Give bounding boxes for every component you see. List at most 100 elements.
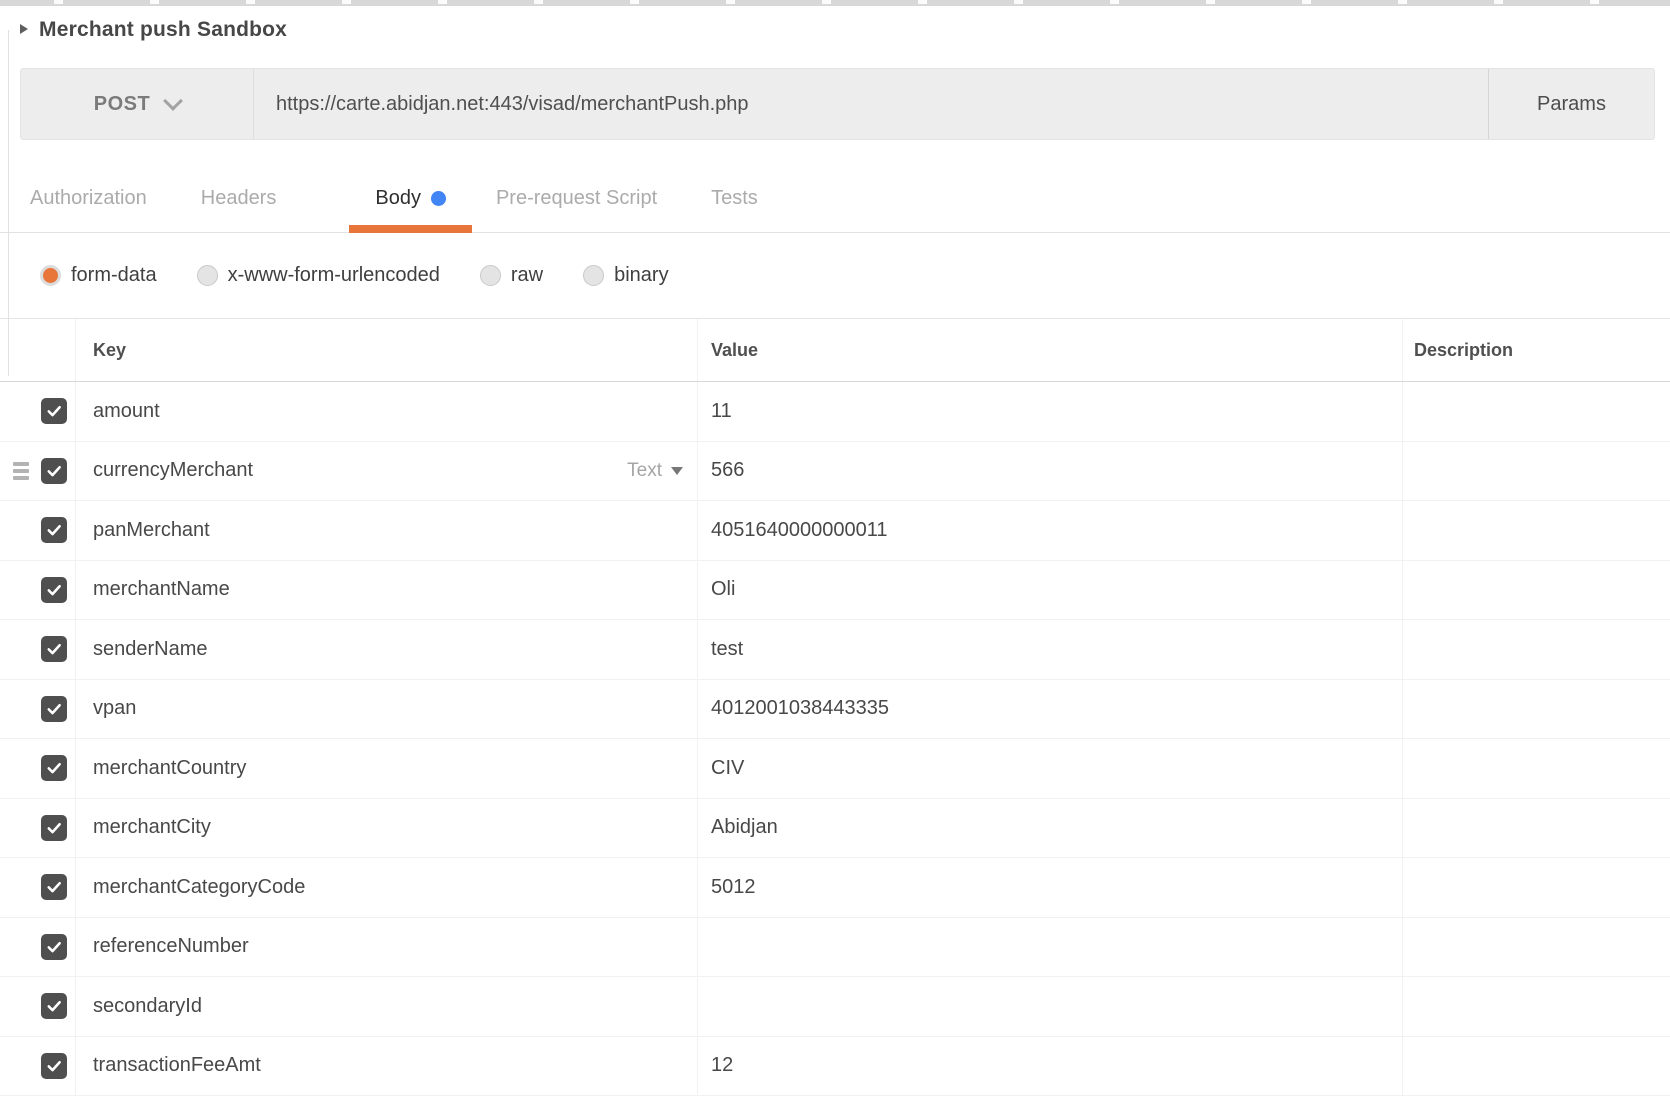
description-cell[interactable]: [1402, 501, 1670, 560]
body-mode-x-www-form-urlencoded[interactable]: x-www-form-urlencoded: [197, 264, 440, 287]
value-cell[interactable]: 4051640000000011: [697, 501, 1402, 560]
tab-headers[interactable]: Headers: [201, 165, 277, 232]
row-checkbox[interactable]: [41, 874, 67, 900]
header-checkbox-column: [0, 319, 75, 381]
checkmark-icon: [45, 878, 63, 896]
row-checkbox[interactable]: [41, 696, 67, 722]
row-checkbox[interactable]: [41, 458, 67, 484]
key-cell[interactable]: secondaryId: [75, 977, 697, 1036]
window-tab-notch: [342, 0, 351, 4]
table-row: amount 11: [0, 382, 1670, 442]
body-mode-label: x-www-form-urlencoded: [228, 264, 440, 287]
row-checkbox[interactable]: [41, 815, 67, 841]
radio-icon[interactable]: [583, 265, 604, 286]
key-cell[interactable]: merchantCategoryCode: [75, 858, 697, 917]
value-cell[interactable]: CIV: [697, 739, 1402, 798]
row-checkbox[interactable]: [41, 993, 67, 1019]
key-text: vpan: [93, 697, 136, 720]
key-cell[interactable]: merchantName: [75, 561, 697, 620]
value-text: 5012: [711, 876, 756, 899]
row-checkbox[interactable]: [41, 755, 67, 781]
description-cell[interactable]: [1402, 680, 1670, 739]
request-tabs: Authorization Headers Body Pre-request S…: [0, 165, 1670, 233]
key-cell[interactable]: currencyMerchant Text: [75, 442, 697, 501]
key-cell[interactable]: vpan: [75, 680, 697, 739]
key-cell[interactable]: merchantCountry: [75, 739, 697, 798]
tab-body[interactable]: Body: [349, 165, 472, 232]
description-cell[interactable]: [1402, 442, 1670, 501]
window-tab-notch: [726, 0, 735, 4]
row-checkbox[interactable]: [41, 577, 67, 603]
key-text: merchantCity: [93, 816, 211, 839]
description-cell[interactable]: [1402, 620, 1670, 679]
value-cell[interactable]: 11: [697, 382, 1402, 441]
value-cell[interactable]: 566: [697, 442, 1402, 501]
radio-icon[interactable]: [480, 265, 501, 286]
value-text: 4012001038443335: [711, 697, 889, 720]
table-header-row: Key Value Description: [0, 319, 1670, 382]
value-cell[interactable]: [697, 918, 1402, 977]
drag-handle[interactable]: [13, 462, 29, 480]
value-cell[interactable]: 5012: [697, 858, 1402, 917]
value-cell[interactable]: [697, 977, 1402, 1036]
row-checkbox[interactable]: [41, 636, 67, 662]
description-cell[interactable]: [1402, 739, 1670, 798]
table-row: merchantCategoryCode 5012: [0, 858, 1670, 918]
key-cell[interactable]: senderName: [75, 620, 697, 679]
row-checkbox[interactable]: [41, 517, 67, 543]
radio-icon[interactable]: [40, 265, 61, 286]
url-text: https://carte.abidjan.net:443/visad/merc…: [276, 93, 749, 116]
description-cell[interactable]: [1402, 858, 1670, 917]
key-cell[interactable]: panMerchant: [75, 501, 697, 560]
key-text: panMerchant: [93, 519, 210, 542]
description-cell[interactable]: [1402, 382, 1670, 441]
row-checkbox[interactable]: [41, 1053, 67, 1079]
value-cell[interactable]: 12: [697, 1037, 1402, 1096]
table-row: vpan 4012001038443335: [0, 680, 1670, 740]
params-button-label: Params: [1537, 93, 1606, 116]
key-cell[interactable]: referenceNumber: [75, 918, 697, 977]
value-cell[interactable]: Abidjan: [697, 799, 1402, 858]
window-tab-notch: [1590, 0, 1599, 4]
window-tab-notch: [1110, 0, 1119, 4]
tab-tests[interactable]: Tests: [711, 165, 758, 232]
table-row: currencyMerchant Text 566: [0, 442, 1670, 502]
key-cell[interactable]: amount: [75, 382, 697, 441]
checkmark-icon: [45, 700, 63, 718]
value-cell[interactable]: test: [697, 620, 1402, 679]
row-checkbox[interactable]: [41, 398, 67, 424]
description-cell[interactable]: [1402, 977, 1670, 1036]
window-tab-notch: [1398, 0, 1407, 4]
value-cell[interactable]: Oli: [697, 561, 1402, 620]
tab-pre-request-script[interactable]: Pre-request Script: [496, 165, 657, 232]
unsaved-dot-icon: [431, 191, 446, 206]
radio-icon[interactable]: [197, 265, 218, 286]
value-type-dropdown[interactable]: Text: [627, 460, 683, 482]
key-cell[interactable]: merchantCity: [75, 799, 697, 858]
url-bar: POST https://carte.abidjan.net:443/visad…: [20, 68, 1655, 140]
header-value: Value: [697, 319, 1402, 381]
params-button[interactable]: Params: [1488, 69, 1654, 139]
key-cell[interactable]: transactionFeeAmt: [75, 1037, 697, 1096]
body-mode-binary[interactable]: binary: [583, 264, 668, 287]
description-cell[interactable]: [1402, 918, 1670, 977]
url-input[interactable]: https://carte.abidjan.net:443/visad/merc…: [254, 69, 1488, 139]
active-tab-underline: [349, 225, 472, 233]
key-text: amount: [93, 400, 160, 423]
body-mode-form-data[interactable]: form-data: [40, 264, 157, 287]
description-cell[interactable]: [1402, 561, 1670, 620]
collapse-caret-icon[interactable]: [20, 24, 28, 34]
row-checkbox[interactable]: [41, 934, 67, 960]
value-type-label: Text: [627, 460, 662, 482]
window-tab-notch: [438, 0, 447, 4]
value-cell[interactable]: 4012001038443335: [697, 680, 1402, 739]
method-dropdown[interactable]: POST: [21, 69, 254, 139]
checkmark-icon: [45, 581, 63, 599]
tab-authorization[interactable]: Authorization: [30, 165, 147, 232]
checkmark-icon: [45, 759, 63, 777]
checkmark-icon: [45, 997, 63, 1015]
body-mode-raw[interactable]: raw: [480, 264, 543, 287]
key-text: merchantCategoryCode: [93, 876, 305, 899]
description-cell[interactable]: [1402, 799, 1670, 858]
description-cell[interactable]: [1402, 1037, 1670, 1096]
